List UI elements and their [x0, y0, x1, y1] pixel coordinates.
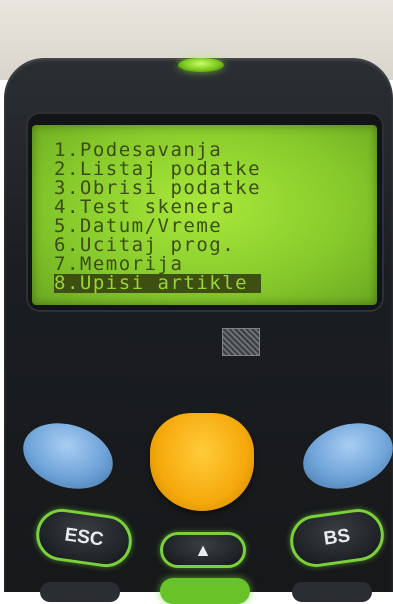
- brand-logo-icon: [222, 328, 260, 356]
- down-arrow-button[interactable]: [160, 578, 250, 604]
- bottom-left-key[interactable]: [40, 582, 120, 602]
- status-led: [178, 58, 224, 72]
- esc-label: ESC: [63, 524, 105, 551]
- lcd-screen: 1.Podesavanja 2.Listaj podatke 3.Obrisi …: [32, 125, 377, 305]
- main-menu: 1.Podesavanja 2.Listaj podatke 3.Obrisi …: [54, 141, 262, 293]
- menu-item-upisi-artikle[interactable]: 8.Upisi artikle: [54, 274, 262, 293]
- up-arrow-icon: ▲: [194, 539, 212, 560]
- up-arrow-button[interactable]: ▲: [160, 532, 246, 568]
- bottom-right-key[interactable]: [292, 582, 372, 602]
- scan-trigger-button[interactable]: [150, 413, 254, 511]
- brand-area: [150, 328, 270, 356]
- bs-label: BS: [322, 525, 352, 550]
